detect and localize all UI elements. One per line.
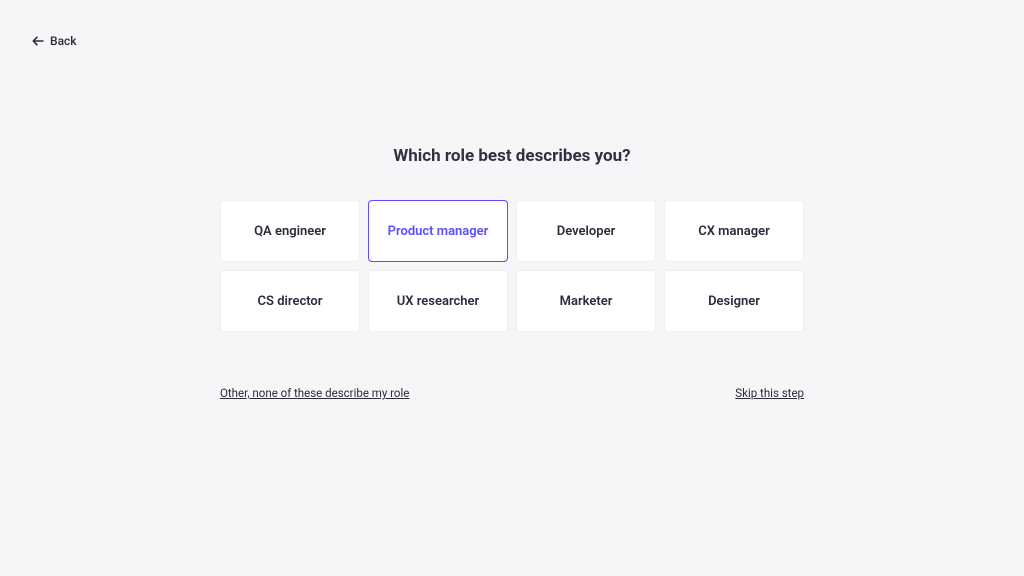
footer-row: Other, none of these describe my role Sk… — [220, 386, 804, 400]
arrow-left-icon — [32, 36, 44, 46]
role-card-cs-director[interactable]: CS director — [220, 270, 360, 332]
role-card-label: Marketer — [560, 294, 613, 309]
role-card-developer[interactable]: Developer — [516, 200, 656, 262]
other-role-link[interactable]: Other, none of these describe my role — [220, 386, 409, 400]
role-card-label: Developer — [557, 224, 616, 239]
content-column: Which role best describes you? QA engine… — [220, 146, 804, 400]
page-heading: Which role best describes you? — [220, 146, 804, 166]
role-card-ux-researcher[interactable]: UX researcher — [368, 270, 508, 332]
skip-step-link[interactable]: Skip this step — [735, 386, 804, 400]
role-card-qa-engineer[interactable]: QA engineer — [220, 200, 360, 262]
role-card-label: CX manager — [698, 224, 770, 239]
role-card-label: Product manager — [388, 224, 489, 239]
back-label: Back — [50, 34, 77, 48]
role-card-cx-manager[interactable]: CX manager — [664, 200, 804, 262]
roles-grid: QA engineer Product manager Developer CX ma… — [220, 200, 804, 332]
role-card-marketer[interactable]: Marketer — [516, 270, 656, 332]
role-card-label: Designer — [708, 294, 760, 309]
role-card-designer[interactable]: Designer — [664, 270, 804, 332]
back-button[interactable]: Back — [32, 34, 77, 48]
role-card-label: CS director — [258, 294, 323, 309]
role-card-label: UX researcher — [397, 294, 479, 309]
onboarding-role-page: Which role best describes you? QA engine… — [0, 0, 1024, 576]
role-card-product-manager[interactable]: Product manager — [368, 200, 508, 262]
role-card-label: QA engineer — [254, 224, 326, 239]
